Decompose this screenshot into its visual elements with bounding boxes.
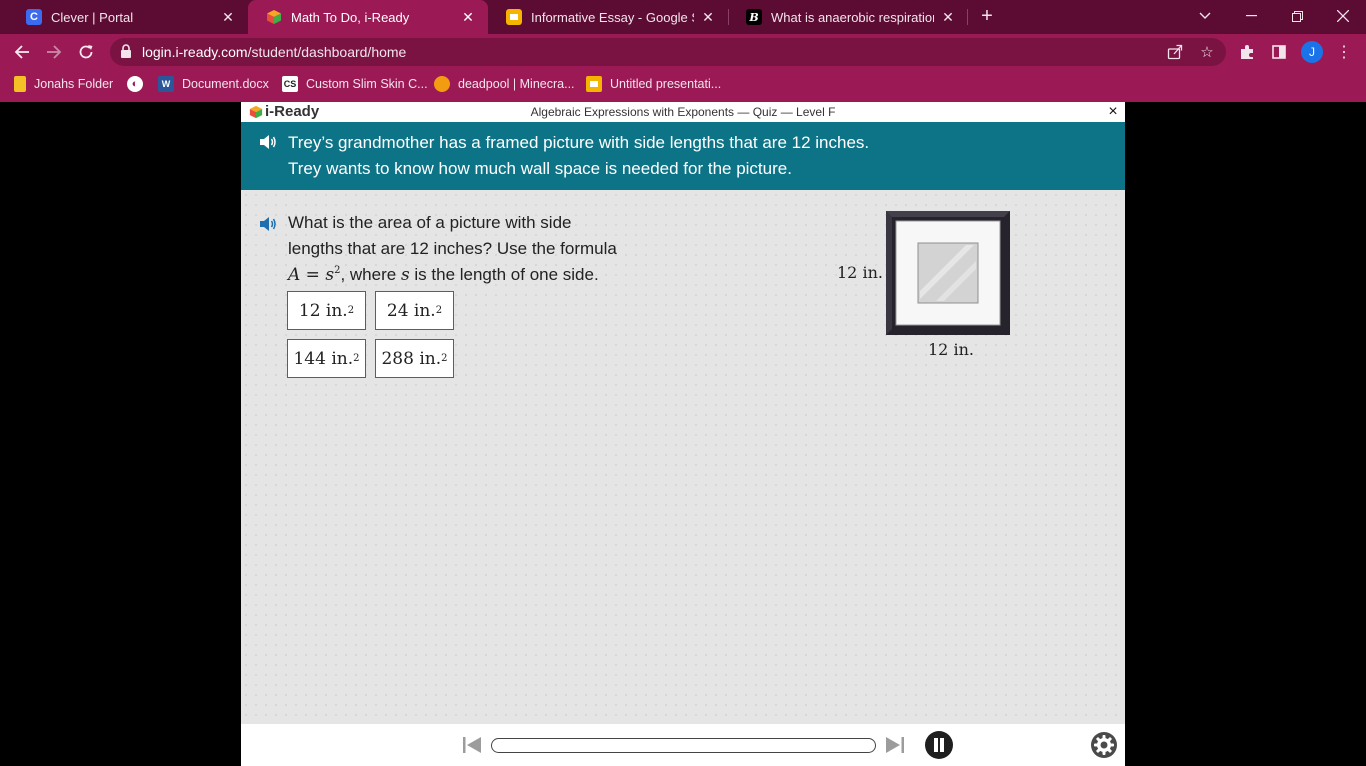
back-arrow-icon[interactable] bbox=[10, 40, 34, 64]
bookmark-label: Untitled presentati... bbox=[610, 77, 722, 91]
bookmark-jonahs-folder[interactable]: Jonahs Folder bbox=[14, 74, 113, 94]
tab-separator bbox=[967, 9, 968, 25]
lock-icon bbox=[120, 44, 134, 58]
choice-exponent: 2 bbox=[435, 305, 443, 316]
profile-avatar[interactable]: J bbox=[1300, 40, 1324, 64]
choice-value: 144 in. bbox=[293, 348, 354, 369]
clever-icon: C bbox=[26, 9, 42, 25]
frame-bottom-label: 12 in. bbox=[928, 340, 974, 359]
question-text: is the length of one side. bbox=[409, 265, 599, 284]
formula: A = s2 bbox=[288, 265, 340, 285]
minimize-icon[interactable] bbox=[1228, 0, 1274, 32]
bookmark-document-docx[interactable]: W Document.docx bbox=[158, 74, 269, 94]
bookmark-star-icon[interactable]: ☆ bbox=[1198, 43, 1216, 61]
iready-app: i-Ready Algebraic Expressions with Expon… bbox=[241, 102, 1125, 766]
tab-search-chevron-icon[interactable] bbox=[1182, 0, 1228, 32]
iready-icon bbox=[266, 9, 282, 25]
close-tab-icon[interactable]: ✕ bbox=[460, 9, 476, 26]
bookmark-label: Custom Slim Skin C... bbox=[306, 77, 428, 91]
forward-arrow-icon[interactable] bbox=[42, 40, 66, 64]
brainly-icon: B bbox=[746, 9, 762, 25]
pumpkin-icon bbox=[434, 76, 450, 92]
problem-banner: Trey’s grandmother has a framed picture … bbox=[241, 122, 1125, 190]
skip-back-icon[interactable] bbox=[461, 734, 483, 756]
close-lesson-button[interactable]: × bbox=[1105, 102, 1121, 122]
settings-gear-icon[interactable] bbox=[1090, 731, 1118, 759]
tab-title: Math To Do, i-Ready bbox=[291, 9, 410, 25]
question-text: , where bbox=[340, 265, 401, 284]
share-icon[interactable] bbox=[1166, 43, 1184, 61]
choice-value: 24 in. bbox=[386, 300, 436, 321]
answer-choice-12[interactable]: 12 in. 2 bbox=[287, 291, 366, 330]
choice-value: 288 in. bbox=[381, 348, 442, 369]
answer-choice-24[interactable]: 24 in. 2 bbox=[375, 291, 454, 330]
formula-variable: s bbox=[325, 265, 335, 285]
google-slides-icon bbox=[586, 76, 602, 92]
tab-brainly[interactable]: B What is anaerobic respiration in y ✕ bbox=[728, 0, 968, 34]
browser-tab-strip: C Clever | Portal ✕ Math To Do, i-Ready … bbox=[0, 0, 1366, 34]
speaker-icon[interactable] bbox=[259, 134, 277, 150]
url-path: /student/dashboard/home bbox=[247, 44, 407, 60]
app-header: i-Ready Algebraic Expressions with Expon… bbox=[241, 102, 1125, 122]
close-tab-icon[interactable]: ✕ bbox=[700, 9, 716, 26]
close-tab-icon[interactable]: ✕ bbox=[220, 9, 236, 26]
url-host: login.i-ready.com bbox=[142, 44, 248, 60]
reload-icon[interactable] bbox=[74, 40, 98, 64]
bookmarks-bar: Jonahs Folder ◐ W Document.docx CS Custo… bbox=[0, 70, 1366, 98]
browser-toolbar: login.i-ready.com/student/dashboard/home… bbox=[0, 34, 1366, 70]
tab-google-slides[interactable]: Informative Essay - Google Slides ✕ bbox=[488, 0, 728, 34]
formula-lhs: A bbox=[288, 265, 301, 285]
answer-choice-144[interactable]: 144 in. 2 bbox=[287, 339, 366, 378]
extensions-puzzle-icon[interactable] bbox=[1235, 40, 1259, 64]
tab-title: Clever | Portal bbox=[51, 9, 134, 25]
choice-exponent: 2 bbox=[441, 353, 448, 364]
google-slides-icon bbox=[506, 9, 522, 25]
frame-side-label: 12 in. bbox=[837, 263, 883, 282]
formula-equals: = bbox=[300, 265, 326, 285]
player-controls bbox=[241, 724, 1125, 766]
tab-title: Informative Essay - Google Slides bbox=[531, 9, 694, 25]
bookmark-untitled-presentation[interactable]: Untitled presentati... bbox=[586, 74, 721, 94]
skip-forward-icon[interactable] bbox=[884, 734, 906, 756]
bookmark-label: Document.docx bbox=[182, 77, 269, 91]
profile-initial: J bbox=[1301, 41, 1323, 63]
progress-scrubber[interactable] bbox=[491, 738, 876, 753]
bookmark-label: Jonahs Folder bbox=[34, 77, 114, 91]
quiz-title: Algebraic Expressions with Exponents — Q… bbox=[530, 105, 836, 119]
tab-clever-portal[interactable]: C Clever | Portal ✕ bbox=[8, 0, 248, 34]
question-line-1: What is the area of a picture with side bbox=[288, 213, 572, 232]
close-tab-icon[interactable]: ✕ bbox=[940, 9, 956, 26]
choice-value: 12 in. bbox=[298, 300, 348, 321]
tab-title: What is anaerobic respiration in y bbox=[771, 9, 934, 25]
address-bar[interactable]: login.i-ready.com/student/dashboard/home… bbox=[110, 38, 1226, 66]
more-menu-icon[interactable]: ⋮ bbox=[1332, 40, 1356, 64]
restore-icon[interactable] bbox=[1274, 0, 1320, 32]
new-tab-plus-icon[interactable]: + bbox=[976, 5, 998, 27]
bookmark-deadpool-minecraft[interactable]: deadpool | Minecra... bbox=[434, 74, 575, 94]
folder-icon bbox=[14, 76, 26, 92]
speaker-icon[interactable] bbox=[259, 216, 277, 232]
word-icon: W bbox=[158, 76, 174, 92]
answer-choice-288[interactable]: 288 in. 2 bbox=[375, 339, 454, 378]
cs-icon: CS bbox=[282, 76, 298, 92]
side-panel-icon[interactable] bbox=[1267, 40, 1291, 64]
url-text: login.i-ready.com/student/dashboard/home bbox=[142, 44, 406, 60]
variable-s: s bbox=[400, 265, 410, 285]
question-line-3: A = s2, where s is the length of one sid… bbox=[288, 265, 599, 285]
choice-exponent: 2 bbox=[347, 305, 355, 316]
question-line-2: lengths that are 12 inches? Use the form… bbox=[288, 239, 617, 258]
pause-button[interactable] bbox=[925, 731, 953, 759]
banner-line-1: Trey’s grandmother has a framed picture … bbox=[288, 133, 870, 152]
bookmark-globe[interactable]: ◐ bbox=[127, 74, 151, 94]
question-area: What is the area of a picture with side … bbox=[241, 190, 1125, 724]
choice-exponent: 2 bbox=[353, 353, 360, 364]
globe-icon: ◐ bbox=[127, 76, 143, 92]
tab-math-to-do[interactable]: Math To Do, i-Ready ✕ bbox=[248, 0, 488, 34]
bookmark-label: deadpool | Minecra... bbox=[458, 77, 575, 91]
bookmark-custom-slim-skin[interactable]: CS Custom Slim Skin C... bbox=[282, 74, 428, 94]
close-window-icon[interactable] bbox=[1320, 0, 1366, 32]
banner-line-2: Trey wants to know how much wall space i… bbox=[288, 159, 792, 178]
framed-picture-illustration bbox=[886, 211, 1010, 335]
